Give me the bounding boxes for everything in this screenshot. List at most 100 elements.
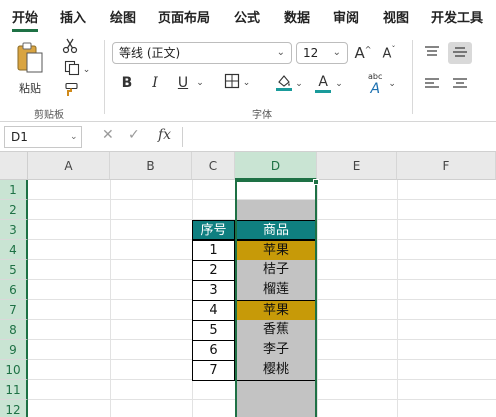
chevron-down-icon[interactable]: ⌄: [70, 126, 78, 148]
chevron-down-icon: ⌄: [242, 78, 251, 88]
format-painter-icon: [64, 82, 80, 102]
font-name-combobox[interactable]: 等线 (正文) ⌄: [112, 42, 292, 64]
row-header-8[interactable]: 8: [0, 320, 28, 340]
cell-seq[interactable]: 3: [192, 280, 235, 301]
cancel-icon[interactable]: ✕: [102, 127, 114, 143]
align-center-button[interactable]: [448, 74, 472, 96]
active-tab-indicator: [12, 29, 38, 32]
borders-button[interactable]: ⌄: [220, 72, 254, 94]
bold-icon: B: [121, 75, 133, 91]
formula-bar-divider: [182, 127, 183, 147]
tab-home[interactable]: 开始: [12, 7, 38, 27]
column-header-a[interactable]: A: [28, 152, 110, 180]
row-header-4[interactable]: 4: [0, 240, 28, 260]
chevron-down-icon: ⌄: [295, 79, 303, 89]
fill-color-icon: [275, 73, 293, 95]
formula-bar: D1 ⌄ ✕ ✓ fx: [0, 122, 496, 152]
cell-seq[interactable]: 1: [192, 240, 235, 261]
clipboard-group-label: 剪贴板: [34, 110, 64, 121]
tab-insert[interactable]: 插入: [60, 7, 86, 27]
formula-input[interactable]: [188, 127, 488, 147]
row-header-6[interactable]: 6: [0, 280, 28, 300]
italic-icon: I: [152, 75, 158, 91]
tab-data[interactable]: 数据: [284, 7, 310, 27]
ribbon: 粘贴 ⌄ 剪贴板 等线 (正文) ⌄ 12 ⌄ A^ Aˇ B I U ⌄ ⌄ …: [0, 34, 496, 122]
fill-color-button[interactable]: ⌄: [272, 72, 306, 96]
gridline: [317, 180, 318, 417]
font-group-label: 字体: [252, 110, 272, 121]
paste-label: 粘贴: [19, 82, 41, 95]
underline-icon: U: [177, 75, 189, 91]
cell-seq[interactable]: 4: [192, 300, 235, 321]
row-header-3[interactable]: 3: [0, 220, 28, 240]
row-header-1[interactable]: 1: [0, 180, 28, 200]
cell-item[interactable]: 香蕉: [235, 320, 317, 341]
cell-d2[interactable]: [236, 200, 317, 220]
bold-button[interactable]: B: [116, 72, 138, 94]
chevron-down-icon: ⌄: [388, 79, 396, 89]
align-left-icon: [424, 76, 440, 95]
align-top-button[interactable]: [420, 42, 444, 64]
row-header-7[interactable]: 7: [0, 300, 28, 320]
insert-function-icon[interactable]: fx: [158, 127, 171, 143]
row-header-2[interactable]: 2: [0, 200, 28, 220]
select-all-corner[interactable]: [0, 152, 28, 180]
grow-font-button[interactable]: A^: [352, 42, 374, 64]
gridline: [110, 180, 111, 417]
row-header-12[interactable]: 12: [0, 400, 28, 417]
cell-item[interactable]: 桔子: [235, 260, 317, 281]
gridline: [397, 180, 398, 417]
font-size-value: 12: [303, 46, 319, 60]
worksheet-grid[interactable]: A B C D E F 1 2 3 4 5 6 7 8 9 10 11 12 序…: [0, 152, 496, 417]
align-top-icon: [424, 44, 440, 63]
column-header-b[interactable]: B: [110, 152, 192, 180]
cell-item[interactable]: 李子: [235, 340, 317, 361]
cell-seq[interactable]: 2: [192, 260, 235, 281]
font-size-combobox[interactable]: 12 ⌄: [296, 42, 348, 64]
tab-page-layout[interactable]: 页面布局: [158, 7, 210, 27]
format-painter-button[interactable]: [60, 82, 84, 102]
row-header-10[interactable]: 10: [0, 360, 28, 380]
tab-formulas[interactable]: 公式: [234, 7, 260, 27]
align-left-button[interactable]: [420, 74, 444, 96]
borders-icon: [224, 73, 240, 93]
copy-icon: [64, 60, 80, 80]
shrink-font-button[interactable]: Aˇ: [378, 42, 400, 64]
row-header-11[interactable]: 11: [0, 380, 28, 400]
cell-item[interactable]: 苹果: [235, 300, 317, 321]
column-header-e[interactable]: E: [317, 152, 397, 180]
row-header-5[interactable]: 5: [0, 260, 28, 280]
phonetic-guide-button[interactable]: abc A ⌄: [362, 72, 402, 96]
cell-item[interactable]: 樱桃: [235, 360, 317, 381]
align-middle-icon: [452, 44, 468, 63]
tab-developer[interactable]: 开发工具: [431, 7, 483, 27]
font-color-icon: A: [315, 75, 332, 93]
cell-item[interactable]: 榴莲: [235, 280, 317, 301]
underline-dropdown[interactable]: ⌄: [194, 72, 206, 94]
align-middle-button[interactable]: [448, 42, 472, 64]
cell-item[interactable]: 苹果: [235, 240, 317, 261]
table-header-item[interactable]: 商品: [235, 220, 317, 240]
chevron-down-icon: ⌄: [82, 65, 91, 75]
font-color-button[interactable]: A ⌄: [312, 72, 346, 96]
tab-review[interactable]: 审阅: [333, 7, 359, 27]
italic-button[interactable]: I: [144, 72, 166, 94]
tab-view[interactable]: 视图: [383, 7, 409, 27]
align-center-icon: [452, 76, 468, 95]
column-header-d[interactable]: D: [235, 152, 317, 180]
cell-seq[interactable]: 7: [192, 360, 235, 381]
paste-button[interactable]: 粘贴: [10, 40, 50, 98]
row-header-9[interactable]: 9: [0, 340, 28, 360]
cut-button[interactable]: [58, 38, 82, 58]
column-header-f[interactable]: F: [397, 152, 496, 180]
enter-icon[interactable]: ✓: [128, 127, 140, 143]
cell-d11[interactable]: [236, 380, 317, 417]
underline-button[interactable]: U: [172, 72, 194, 94]
tab-draw[interactable]: 绘图: [110, 7, 136, 27]
table-header-seq[interactable]: 序号: [192, 220, 235, 240]
cell-seq[interactable]: 6: [192, 340, 235, 361]
copy-button[interactable]: ⌄: [60, 60, 94, 80]
cell-seq[interactable]: 5: [192, 320, 235, 341]
fill-handle[interactable]: [313, 179, 319, 185]
column-header-c[interactable]: C: [192, 152, 235, 180]
